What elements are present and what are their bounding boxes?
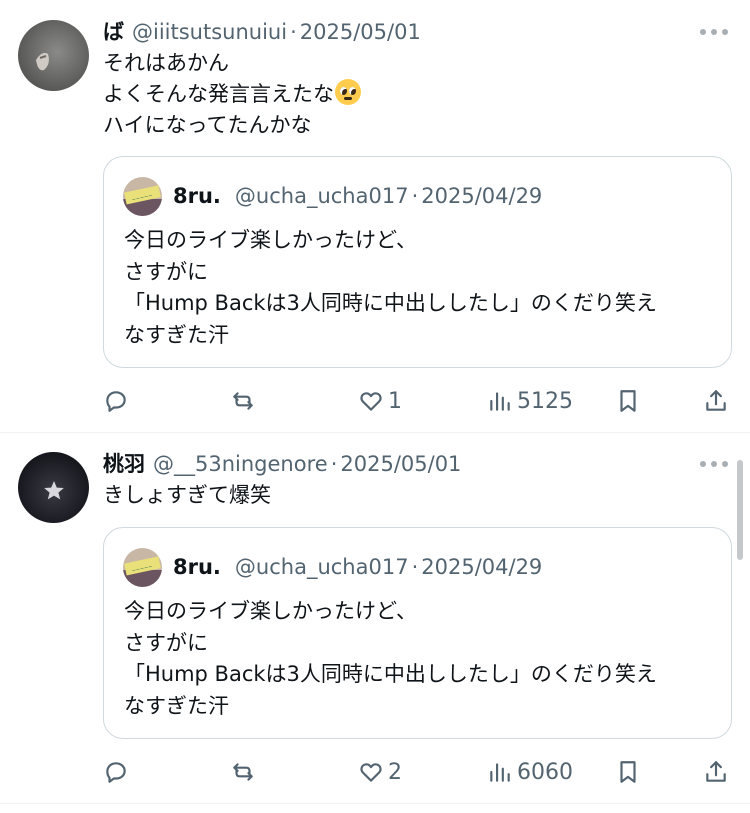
scrollbar[interactable] — [737, 460, 743, 560]
bookmark-button[interactable] — [615, 386, 641, 416]
views-chart-icon — [490, 392, 510, 411]
bookmark-button[interactable] — [615, 757, 641, 787]
repost-button[interactable] — [230, 386, 260, 416]
quoted-date[interactable]: 2025/04/29 — [421, 181, 542, 211]
quoted-post[interactable]: ~~~~~ 8ru. @ucha_ucha017 · 2025/04/29 今日… — [103, 527, 732, 739]
post-text: きしょすぎて爆笑 — [103, 480, 271, 511]
like-count: 2 — [388, 759, 402, 785]
heart-icon — [360, 392, 382, 411]
text-line: 「Hump Backは3人同時に中出ししたし」のくだり笑え — [124, 662, 657, 686]
bookmark-icon — [620, 761, 636, 783]
reply-icon — [106, 391, 126, 412]
reply-button[interactable] — [103, 757, 133, 787]
post-divider — [0, 432, 750, 433]
avatar[interactable] — [18, 20, 89, 91]
post-1[interactable]: ば @iiitsutsunuiui · 2025/05/01 それはあかん よく… — [0, 17, 750, 432]
action-bar: 1 5125 — [103, 386, 733, 416]
text-line: よくそんな発言言えたな — [103, 79, 361, 110]
quoted-handle[interactable]: @ucha_ucha017 — [235, 181, 409, 211]
post-text: それはあかん よくそんな発言言えたな ハイになってたんかな — [103, 48, 361, 141]
text-line: さすがに — [124, 630, 208, 655]
views-button[interactable]: 6060 — [487, 757, 573, 787]
view-count: 6060 — [517, 759, 573, 785]
more-icon[interactable] — [700, 461, 728, 469]
like-button[interactable]: 1 — [358, 386, 402, 416]
text-line: きしょすぎて爆笑 — [103, 483, 271, 507]
pleading-face-emoji — [335, 79, 361, 105]
quoted-display-name[interactable]: 8ru. — [173, 181, 221, 211]
reply-button[interactable] — [103, 386, 133, 416]
share-button[interactable] — [703, 757, 729, 787]
repost-icon — [233, 392, 253, 410]
text-line: なすぎた汗 — [124, 693, 229, 718]
quoted-header: 8ru. @ucha_ucha017 · 2025/04/29 — [173, 181, 542, 211]
repost-button[interactable] — [230, 757, 260, 787]
repost-icon — [233, 763, 253, 781]
share-button[interactable] — [703, 386, 729, 416]
views-button[interactable]: 5125 — [487, 386, 573, 416]
post-date[interactable]: 2025/05/01 — [340, 449, 461, 479]
user-handle[interactable]: @iiitsutsunuiui — [132, 17, 287, 47]
more-icon[interactable] — [700, 29, 728, 37]
quoted-text: 今日のライブ楽しかったけど、 さすがに 「Hump Backは3人同時に中出しし… — [124, 596, 657, 722]
quoted-text: 今日のライブ楽しかったけど、 さすがに 「Hump Backは3人同時に中出しし… — [124, 225, 657, 351]
share-icon — [706, 761, 726, 782]
text-line: それはあかん — [103, 51, 229, 75]
action-bar: 2 6060 — [103, 757, 733, 787]
post-header: ば @iiitsutsunuiui · 2025/05/01 — [103, 17, 421, 47]
reply-icon — [106, 762, 126, 783]
views-chart-icon — [490, 763, 510, 782]
post-header: 桃羽 @__53ningenore · 2025/05/01 — [103, 449, 461, 479]
text-line: さすがに — [124, 259, 208, 284]
post-2[interactable]: 桃羽 @__53ningenore · 2025/05/01 きしょすぎて爆笑 … — [0, 449, 750, 804]
heart-icon — [360, 763, 382, 782]
display-name[interactable]: 桃羽 — [103, 449, 145, 479]
like-button[interactable]: 2 — [358, 757, 402, 787]
quoted-handle[interactable]: @ucha_ucha017 — [235, 552, 409, 582]
display-name[interactable]: ば — [103, 17, 124, 47]
separator-dot: · — [330, 452, 338, 476]
quoted-post[interactable]: ~~~~~ 8ru. @ucha_ucha017 · 2025/04/29 今日… — [103, 156, 732, 368]
quoted-header: 8ru. @ucha_ucha017 · 2025/04/29 — [173, 552, 542, 582]
separator-dot: · — [411, 184, 419, 208]
quoted-date[interactable]: 2025/04/29 — [421, 552, 542, 582]
post-divider — [0, 803, 750, 804]
separator-dot: · — [411, 555, 419, 579]
quoted-display-name[interactable]: 8ru. — [173, 552, 221, 582]
quoted-avatar[interactable]: ~~~~~ — [123, 548, 162, 587]
text-line: 今日のライブ楽しかったけど、 — [124, 599, 417, 623]
text-line: ハイになってたんかな — [103, 113, 312, 137]
text-line: 今日のライブ楽しかったけど、 — [124, 228, 417, 252]
bookmark-icon — [620, 390, 636, 412]
text-line: 「Hump Backは3人同時に中出ししたし」のくだり笑え — [124, 291, 657, 315]
quoted-avatar[interactable]: ~~~~~ — [123, 177, 162, 216]
text-line: なすぎた汗 — [124, 322, 229, 347]
view-count: 5125 — [517, 388, 573, 414]
separator-dot: · — [290, 20, 297, 44]
avatar[interactable] — [18, 452, 89, 523]
user-handle[interactable]: @__53ningenore — [153, 449, 328, 479]
share-icon — [706, 390, 726, 411]
like-count: 1 — [388, 388, 402, 414]
post-date[interactable]: 2025/05/01 — [300, 17, 421, 47]
